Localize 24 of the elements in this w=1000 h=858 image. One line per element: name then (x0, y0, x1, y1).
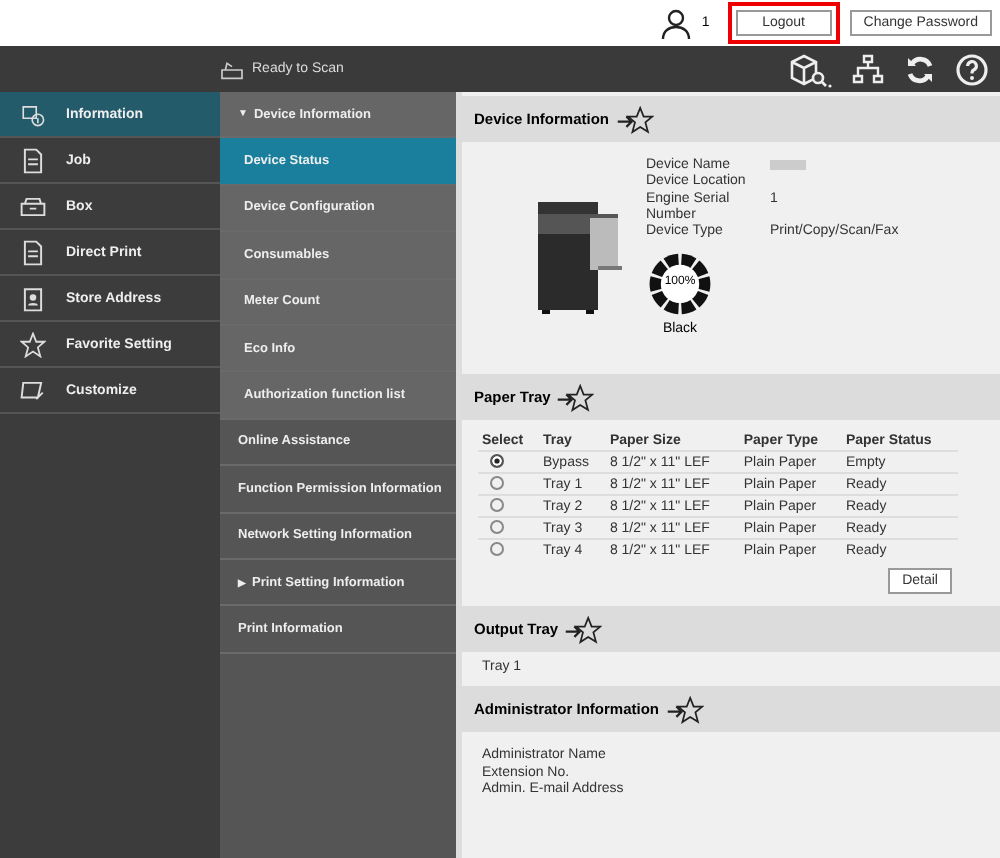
toner-gauge (648, 252, 712, 317)
document-icon (20, 239, 46, 265)
radio-button[interactable] (490, 541, 504, 555)
star-arrow-icon[interactable] (556, 383, 595, 411)
refresh-icon[interactable] (904, 53, 936, 85)
box-search-icon[interactable] (788, 51, 832, 87)
pen-icon (20, 377, 46, 403)
radio-button[interactable] (490, 453, 504, 467)
help-icon[interactable] (956, 53, 988, 85)
radio-button[interactable] (490, 475, 504, 489)
star-icon (20, 331, 46, 357)
tray-icon (20, 193, 46, 219)
info-icon (20, 101, 46, 127)
star-arrow-icon[interactable] (665, 695, 704, 723)
star-arrow-icon[interactable] (615, 105, 654, 133)
scanner-icon (220, 59, 244, 79)
radio-button[interactable] (490, 519, 504, 533)
blurred-value (770, 160, 806, 170)
document-icon (20, 147, 46, 173)
network-icon[interactable] (852, 53, 884, 85)
address-card-icon (20, 285, 46, 311)
user-icon[interactable] (659, 7, 692, 39)
star-arrow-icon[interactable] (564, 615, 603, 643)
radio-button[interactable] (490, 497, 504, 511)
